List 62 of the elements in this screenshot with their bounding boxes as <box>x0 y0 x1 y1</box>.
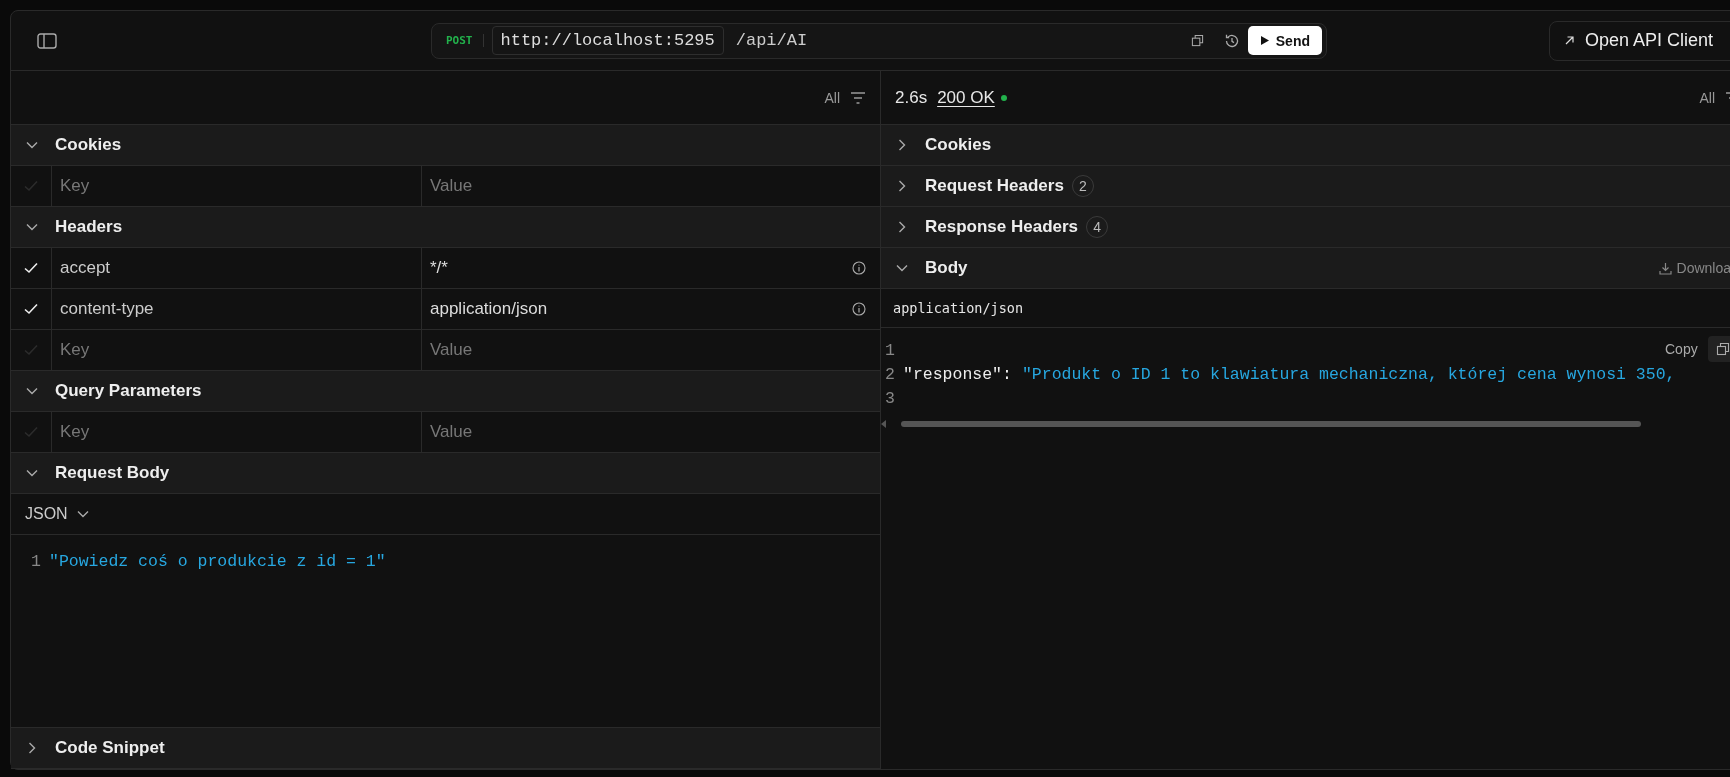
section-title: Cookies <box>925 135 992 155</box>
key-field[interactable]: Key <box>60 422 413 442</box>
section-title: Headers <box>55 217 123 237</box>
section-title: Body <box>925 258 968 278</box>
scrollbar-thumb[interactable] <box>901 421 1641 427</box>
status-code[interactable]: 200 OK <box>937 87 995 108</box>
line-number: 1 <box>30 551 42 571</box>
copy-button[interactable]: Copy <box>1665 341 1698 357</box>
line-number: 3 <box>884 388 896 408</box>
method-label[interactable]: POST <box>446 34 484 47</box>
download-icon[interactable] <box>1658 261 1672 275</box>
value-field[interactable]: Value <box>430 340 866 360</box>
format-dropdown[interactable]: JSON <box>25 505 90 523</box>
header-value[interactable]: */* <box>430 258 448 278</box>
base-url[interactable]: http://localhost:5295 <box>491 26 724 55</box>
key-field[interactable]: Key <box>60 176 413 196</box>
content-type-label: application/json <box>881 289 1730 328</box>
code-line[interactable]: "Powiedz coś o produkcie z id = 1" <box>49 551 386 571</box>
key-field[interactable]: Key <box>60 340 413 360</box>
section-title: Code Snippet <box>55 738 165 758</box>
open-api-client-button[interactable]: Open API Client <box>1549 20 1730 61</box>
section-header[interactable]: Request Body <box>11 453 880 494</box>
section-header[interactable]: Code Snippet <box>11 728 880 769</box>
section-title: Cookies <box>55 135 122 155</box>
filter-icon[interactable] <box>850 90 866 105</box>
line-number: 1 <box>884 340 896 360</box>
checkbox[interactable] <box>23 179 39 193</box>
section-title: Query Parameters <box>55 381 202 401</box>
header-value[interactable]: application/json <box>430 299 548 319</box>
filter-label[interactable]: All <box>824 89 840 106</box>
section-header[interactable]: Cookies <box>881 125 1730 166</box>
section-title: Request Body <box>55 463 170 483</box>
section-header[interactable]: Query Parameters <box>11 371 880 412</box>
copy-icon[interactable] <box>1190 34 1204 47</box>
header-key[interactable]: content-type <box>60 299 154 319</box>
section-header[interactable]: Request Headers 2 <box>881 166 1730 207</box>
response-time: 2.6s <box>895 87 928 108</box>
history-icon[interactable] <box>1223 32 1240 49</box>
info-icon[interactable] <box>852 302 866 316</box>
checkbox[interactable] <box>23 425 39 439</box>
value-field[interactable]: Value <box>430 422 866 442</box>
code-line: "response": "Produkt o ID 1 to klawiatura mechaniczna, której cena wynosi 350, <box>903 364 1676 384</box>
url-path[interactable]: /api/AI <box>735 31 1179 50</box>
filter-label[interactable]: All <box>1699 89 1715 106</box>
sidebar-toggle-icon[interactable] <box>37 32 57 49</box>
arrow-icon <box>1564 35 1575 46</box>
copy-icon[interactable] <box>1715 342 1730 356</box>
url-bar[interactable]: POST http://localhost:5295 /api/AI Send <box>431 22 1327 59</box>
play-icon <box>1259 35 1270 46</box>
checkbox[interactable] <box>23 343 39 357</box>
status-dot <box>1000 94 1007 101</box>
scroll-left-icon[interactable] <box>881 420 887 428</box>
value-field[interactable]: Value <box>430 176 866 196</box>
line-number: 2 <box>884 364 896 384</box>
section-title: Request Headers <box>925 176 1064 196</box>
section-header[interactable]: Response Headers 4 <box>881 207 1730 248</box>
info-icon[interactable] <box>852 261 866 275</box>
header-key[interactable]: accept <box>60 258 111 278</box>
section-header[interactable]: Cookies <box>11 125 880 166</box>
send-button[interactable]: Send <box>1247 26 1322 55</box>
section-title: Response Headers <box>925 217 1079 237</box>
section-header[interactable]: Headers <box>11 207 880 248</box>
